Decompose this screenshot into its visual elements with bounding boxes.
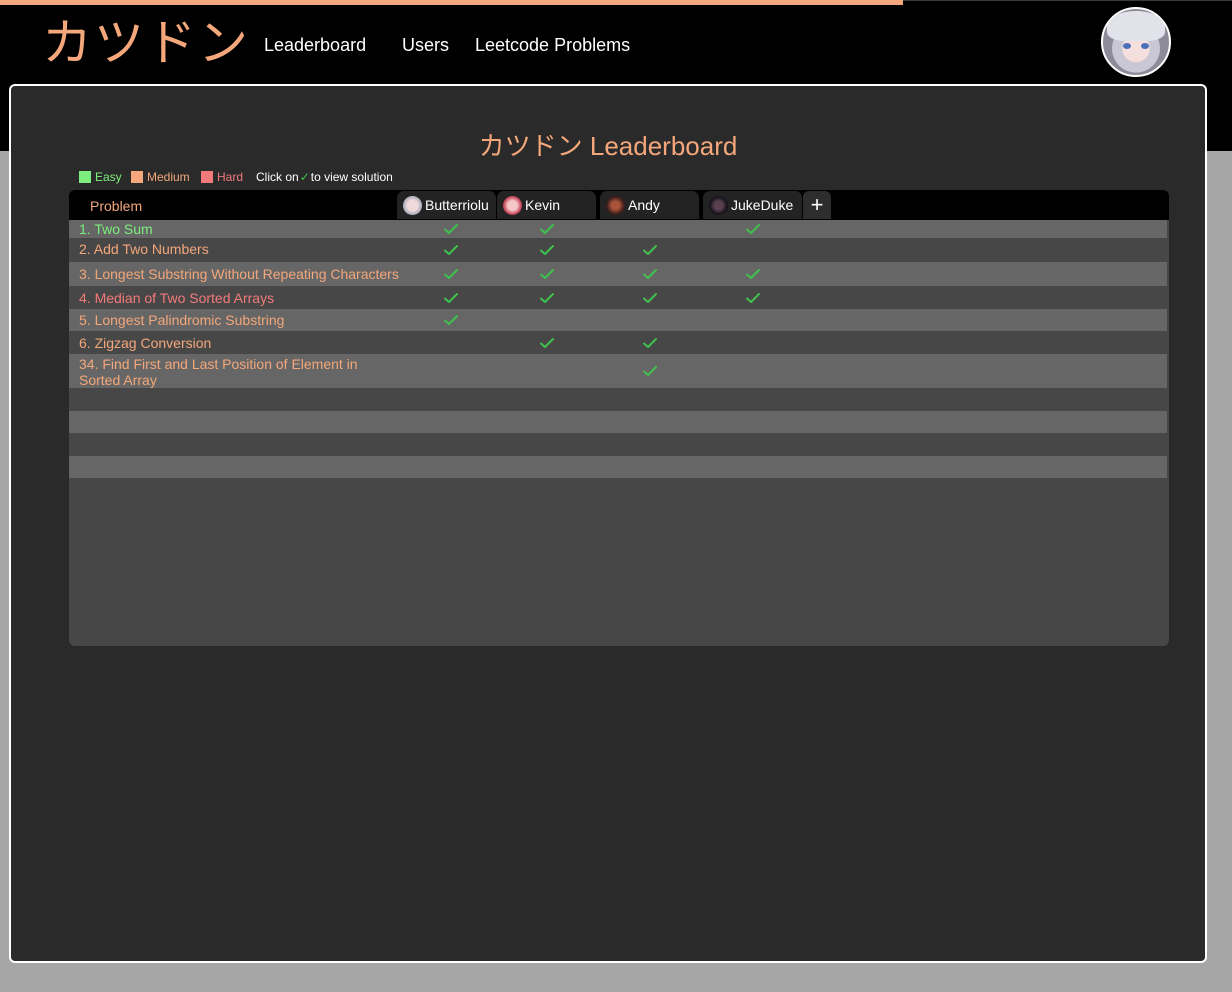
problem-link[interactable]: 4. Median of Two Sorted Arrays bbox=[79, 290, 274, 306]
problem-link[interactable]: 2. Add Two Numbers bbox=[79, 241, 209, 257]
legend-hard: Hard bbox=[201, 170, 243, 184]
user-avatar-icon bbox=[606, 196, 625, 215]
loading-progress-bar bbox=[0, 0, 903, 5]
user-name: Andy bbox=[628, 197, 660, 213]
solution-check-icon[interactable] bbox=[643, 268, 657, 280]
hint-prefix: Click on bbox=[256, 170, 299, 184]
solution-check-icon[interactable] bbox=[444, 268, 458, 280]
solution-check-icon[interactable] bbox=[540, 292, 554, 304]
table-header: Problem Butterriolu Kevin Andy JukeDuke … bbox=[69, 190, 1169, 220]
nav-leetcode-problems[interactable]: Leetcode Problems bbox=[475, 35, 630, 56]
solution-check-icon[interactable] bbox=[643, 337, 657, 349]
empty-row bbox=[69, 411, 1167, 433]
user-tab-butterriolu[interactable]: Butterriolu bbox=[397, 191, 496, 219]
add-user-button[interactable]: + bbox=[803, 191, 831, 219]
user-avatar-icon bbox=[709, 196, 728, 215]
solution-check-icon[interactable] bbox=[746, 292, 760, 304]
problem-link[interactable]: 3. Longest Substring Without Repeating C… bbox=[79, 266, 399, 282]
table-row: 34. Find First and Last Position of Elem… bbox=[69, 354, 1167, 388]
solution-check-icon[interactable] bbox=[540, 268, 554, 280]
app-logo[interactable]: カツドン bbox=[42, 14, 250, 72]
solution-check-icon[interactable] bbox=[540, 337, 554, 349]
check-icon: ✓ bbox=[299, 170, 310, 184]
problem-link[interactable]: 34. Find First and Last Position of Elem… bbox=[79, 356, 379, 388]
user-avatar-icon bbox=[503, 196, 522, 215]
hard-swatch bbox=[201, 171, 213, 183]
table-row: 3. Longest Substring Without Repeating C… bbox=[69, 262, 1167, 286]
problem-column-header: Problem bbox=[90, 198, 143, 214]
solution-check-icon[interactable] bbox=[540, 244, 554, 256]
hint-suffix: to view solution bbox=[310, 170, 393, 184]
table-row: 2. Add Two Numbers bbox=[69, 238, 1167, 262]
empty-row bbox=[69, 433, 1167, 456]
progress-track bbox=[903, 0, 1232, 1]
easy-swatch bbox=[79, 171, 91, 183]
solution-hint: Click on ✓ to view solution bbox=[256, 170, 393, 184]
solution-check-icon[interactable] bbox=[444, 223, 458, 235]
solution-check-icon[interactable] bbox=[540, 223, 554, 235]
legend-hard-label: Hard bbox=[217, 170, 244, 184]
user-name: Butterriolu bbox=[425, 197, 489, 213]
solution-check-icon[interactable] bbox=[746, 223, 760, 235]
user-tab-andy[interactable]: Andy bbox=[600, 191, 699, 219]
solution-check-icon[interactable] bbox=[643, 292, 657, 304]
table-row: 1. Two Sum bbox=[69, 220, 1167, 238]
avatar-eye-left bbox=[1123, 43, 1131, 49]
solution-check-icon[interactable] bbox=[444, 244, 458, 256]
empty-row bbox=[69, 456, 1167, 478]
table-row: 4. Median of Two Sorted Arrays bbox=[69, 286, 1167, 309]
legend-easy-label: Easy bbox=[95, 170, 122, 184]
solution-check-icon[interactable] bbox=[444, 314, 458, 326]
page-title: カツドン Leaderboard bbox=[478, 131, 738, 161]
leaderboard-table: Problem Butterriolu Kevin Andy JukeDuke … bbox=[69, 190, 1169, 646]
leaderboard-panel: カツドン Leaderboard Easy Medium Hard Click … bbox=[9, 84, 1207, 963]
legend-medium-label: Medium bbox=[147, 170, 190, 184]
user-avatar[interactable] bbox=[1101, 7, 1171, 77]
solution-check-icon[interactable] bbox=[746, 268, 760, 280]
user-name: JukeDuke bbox=[731, 197, 794, 213]
user-tab-jukeduke[interactable]: JukeDuke bbox=[703, 191, 802, 219]
solution-check-icon[interactable] bbox=[444, 292, 458, 304]
nav-users[interactable]: Users bbox=[402, 35, 449, 56]
problem-link[interactable]: 5. Longest Palindromic Substring bbox=[79, 312, 284, 328]
user-name: Kevin bbox=[525, 197, 561, 213]
user-tab-kevin[interactable]: Kevin bbox=[497, 191, 596, 219]
legend-medium: Medium bbox=[131, 170, 190, 184]
nav-leaderboard[interactable]: Leaderboard bbox=[264, 35, 366, 56]
empty-row bbox=[69, 388, 1167, 411]
avatar-eye-right bbox=[1141, 43, 1149, 49]
legend-easy: Easy bbox=[79, 170, 122, 184]
problem-link[interactable]: 6. Zigzag Conversion bbox=[79, 335, 211, 351]
solution-check-icon[interactable] bbox=[643, 365, 657, 377]
problem-link[interactable]: 1. Two Sum bbox=[79, 221, 153, 237]
medium-swatch bbox=[131, 171, 143, 183]
avatar-hair bbox=[1107, 11, 1165, 41]
solution-check-icon[interactable] bbox=[643, 244, 657, 256]
user-avatar-icon bbox=[403, 196, 422, 215]
table-row: 5. Longest Palindromic Substring bbox=[69, 309, 1167, 331]
table-row: 6. Zigzag Conversion bbox=[69, 331, 1167, 354]
